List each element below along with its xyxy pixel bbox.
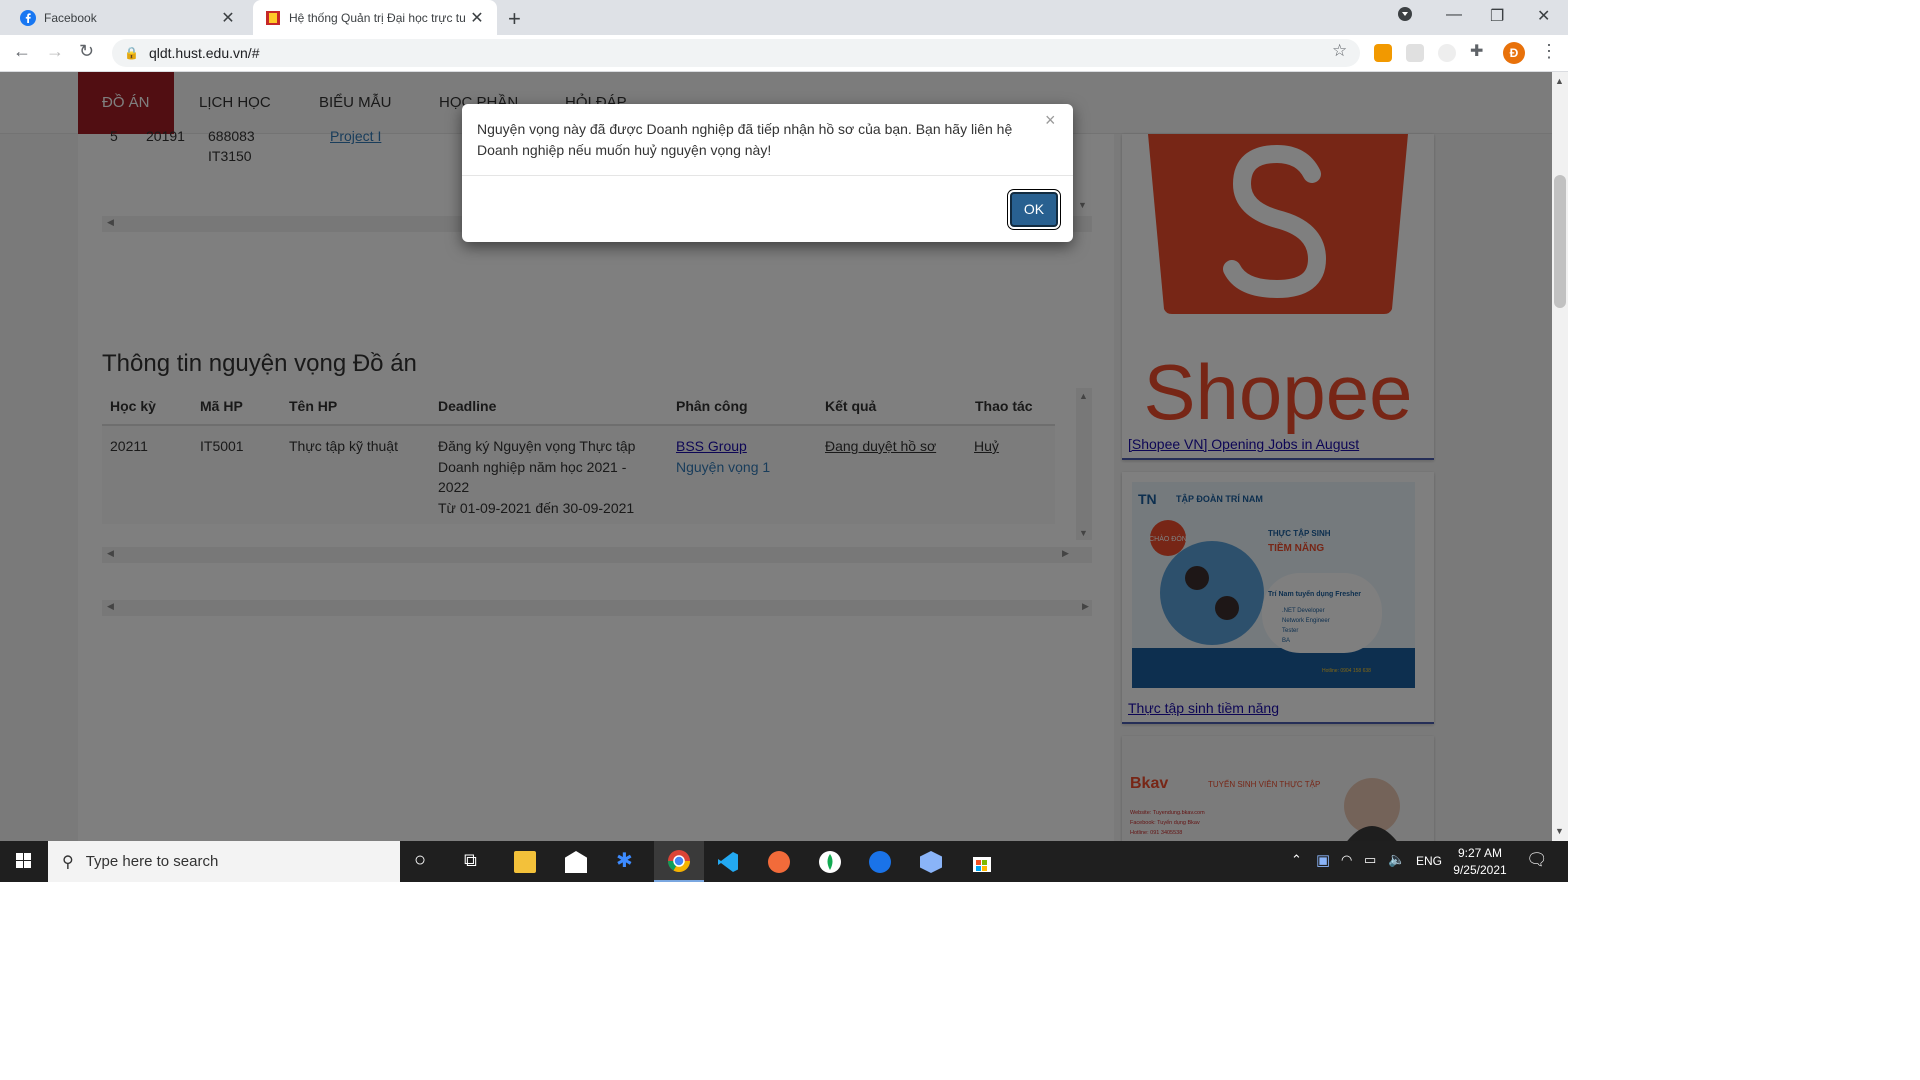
- postman-icon[interactable]: [768, 851, 790, 873]
- hust-favicon-icon: [266, 10, 280, 25]
- input-method-icon[interactable]: ▣: [1316, 851, 1330, 869]
- wifi-icon[interactable]: ◠: [1341, 852, 1352, 868]
- volume-icon[interactable]: 🔈: [1388, 851, 1405, 868]
- dialog-message: Nguyện vọng này đã được Doanh nghiệp đã …: [477, 121, 1013, 158]
- battery-icon[interactable]: ▭: [1364, 852, 1376, 868]
- show-hidden-icons-icon[interactable]: ⌃: [1291, 852, 1302, 868]
- tab-search-icon[interactable]: [1397, 6, 1413, 27]
- taskbar-search[interactable]: ⚲ Type here to search: [48, 841, 400, 882]
- forward-icon[interactable]: →: [46, 41, 64, 62]
- scroll-down-icon[interactable]: ▼: [1555, 826, 1564, 836]
- close-tab-icon[interactable]: ✕: [469, 8, 485, 28]
- extension-icon[interactable]: [1374, 44, 1392, 62]
- bookmark-star-icon[interactable]: ☆: [1332, 41, 1347, 61]
- confirmation-dialog: Nguyện vọng này đã được Doanh nghiệp đã …: [462, 104, 1073, 242]
- puzzle-extensions-icon[interactable]: ✚: [1470, 41, 1483, 61]
- tab-facebook[interactable]: Facebook ✕: [8, 0, 248, 35]
- facebook-icon: [20, 9, 36, 26]
- virtualbox-icon[interactable]: [920, 851, 942, 873]
- windows-taskbar: ⚲ Type here to search ○ ⧉ ✱ ⌃ ▣ ◠ ▭ 🔈 EN…: [0, 841, 1568, 882]
- search-icon: ⚲: [62, 853, 74, 871]
- browser-tab-bar: Facebook ✕ Hệ thống Quản trị Đại học trự…: [0, 0, 1568, 35]
- extension-icon[interactable]: [1438, 44, 1456, 62]
- scrollbar-thumb[interactable]: [1554, 175, 1566, 308]
- cortana-icon[interactable]: ○: [414, 849, 426, 872]
- clock-date: 9/25/2021: [1453, 863, 1507, 877]
- close-window-icon[interactable]: ✕: [1537, 6, 1550, 26]
- language-indicator[interactable]: ENG: [1416, 854, 1442, 868]
- mail-icon[interactable]: [565, 851, 587, 873]
- scroll-up-icon[interactable]: ▲: [1555, 76, 1564, 86]
- profile-avatar[interactable]: Đ: [1503, 42, 1525, 64]
- ok-button[interactable]: OK: [1010, 192, 1058, 227]
- tab-title: Hệ thống Quản trị Đại học trực tu: [289, 10, 466, 25]
- windows-start-icon[interactable]: [0, 841, 48, 882]
- mongodb-compass-icon[interactable]: [819, 851, 841, 873]
- address-bar[interactable]: 🔒 qldt.hust.edu.vn/#: [112, 39, 1360, 67]
- vscode-icon[interactable]: [717, 851, 739, 873]
- microsoft-store-icon[interactable]: [971, 851, 993, 873]
- tab-qldt[interactable]: Hệ thống Quản trị Đại học trực tu ✕: [253, 0, 497, 35]
- file-explorer-icon[interactable]: [514, 851, 536, 873]
- page-vertical-scrollbar[interactable]: ▲ ▼: [1552, 72, 1568, 841]
- maps-icon[interactable]: [869, 851, 891, 873]
- chrome-taskbar-active[interactable]: [654, 841, 704, 882]
- close-icon[interactable]: ×: [1045, 110, 1056, 131]
- restore-icon[interactable]: ❐: [1490, 6, 1504, 26]
- lock-icon: 🔒: [124, 46, 139, 60]
- url-text: qldt.hust.edu.vn/#: [148, 45, 260, 61]
- extension-icon[interactable]: [1406, 44, 1424, 62]
- notifications-icon[interactable]: 🗨: [1526, 850, 1548, 870]
- task-view-icon[interactable]: ⧉: [464, 850, 477, 871]
- chrome-icon: [668, 850, 690, 872]
- close-tab-icon[interactable]: ✕: [220, 8, 236, 28]
- system-clock[interactable]: 9:27 AM 9/25/2021: [1440, 845, 1520, 879]
- minimize-icon[interactable]: —: [1446, 6, 1462, 24]
- back-icon[interactable]: ←: [13, 41, 31, 62]
- tab-title: Facebook: [44, 10, 97, 25]
- reload-icon[interactable]: ↻: [79, 41, 94, 62]
- new-tab-icon[interactable]: +: [508, 6, 521, 32]
- menu-kebab-icon[interactable]: ⋮: [1540, 41, 1558, 62]
- dialog-divider: [462, 175, 1073, 176]
- clock-time: 9:27 AM: [1457, 846, 1503, 860]
- browser-toolbar: ← → ↻ 🔒 qldt.hust.edu.vn/# ☆ ✚ Đ ⋮: [0, 35, 1568, 72]
- accessibility-app-icon[interactable]: ✱: [616, 848, 633, 873]
- search-placeholder: Type here to search: [85, 853, 219, 870]
